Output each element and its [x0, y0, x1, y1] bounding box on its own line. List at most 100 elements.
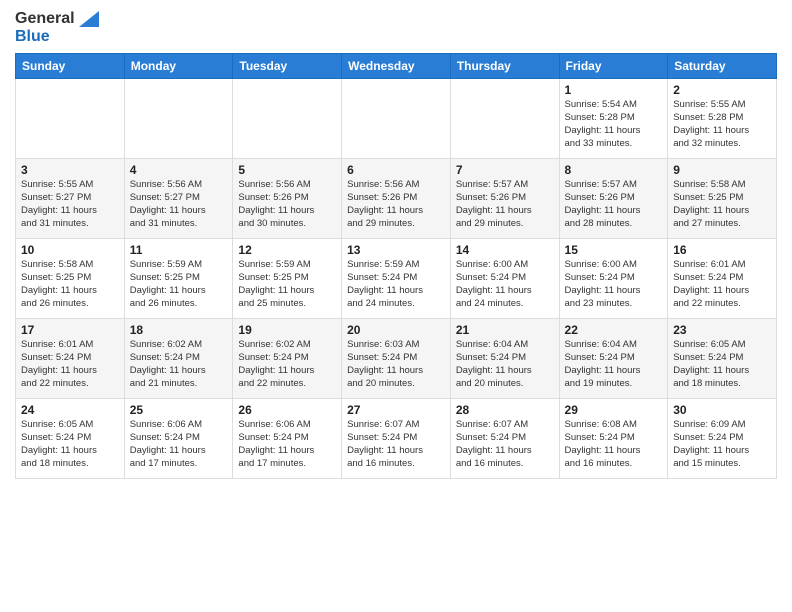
day-number: 18 — [130, 323, 228, 337]
day-number: 30 — [673, 403, 771, 417]
cell-info: Sunrise: 5:56 AM Sunset: 5:27 PM Dayligh… — [130, 179, 228, 230]
cell-info: Sunrise: 6:02 AM Sunset: 5:24 PM Dayligh… — [130, 339, 228, 390]
calendar-cell: 28 Sunrise: 6:07 AM Sunset: 5:24 PM Dayli… — [450, 399, 559, 479]
day-number: 20 — [347, 323, 445, 337]
calendar-cell: 8 Sunrise: 5:57 AM Sunset: 5:26 PM Daylig… — [559, 159, 668, 239]
cell-info: Sunrise: 5:58 AM Sunset: 5:25 PM Dayligh… — [21, 259, 119, 310]
calendar-header-row: SundayMondayTuesdayWednesdayThursdayFrid… — [16, 54, 777, 79]
day-number: 3 — [21, 163, 119, 177]
calendar-cell: 23 Sunrise: 6:05 AM Sunset: 5:24 PM Dayli… — [668, 319, 777, 399]
weekday-header: Tuesday — [233, 54, 342, 79]
day-number: 21 — [456, 323, 554, 337]
day-number: 2 — [673, 83, 771, 97]
calendar-cell — [342, 79, 451, 159]
cell-info: Sunrise: 5:59 AM Sunset: 5:25 PM Dayligh… — [238, 259, 336, 310]
weekday-header: Sunday — [16, 54, 125, 79]
day-number: 10 — [21, 243, 119, 257]
logo: General Blue — [15, 10, 99, 45]
calendar-cell: 27Sunrise: 6:07 AM Sunset: 5:24 PM Dayli… — [342, 399, 451, 479]
calendar-cell: 10 Sunrise: 5:58 AM Sunset: 5:25 PM Dayli… — [16, 239, 125, 319]
cell-info: Sunrise: 6:05 AM Sunset: 5:24 PM Dayligh… — [21, 419, 119, 470]
calendar-cell: 20 Sunrise: 6:03 AM Sunset: 5:24 PM Dayli… — [342, 319, 451, 399]
day-number: 16 — [673, 243, 771, 257]
day-number: 17 — [21, 323, 119, 337]
calendar-week-row: 24 Sunrise: 6:05 AM Sunset: 5:24 PM Dayli… — [16, 399, 777, 479]
cell-info: Sunrise: 6:01 AM Sunset: 5:24 PM Dayligh… — [21, 339, 119, 390]
calendar-cell: 25 Sunrise: 6:06 AM Sunset: 5:24 PM Dayli… — [124, 399, 233, 479]
calendar-cell: 17 Sunrise: 6:01 AM Sunset: 5:24 PM Dayli… — [16, 319, 125, 399]
day-number: 29 — [565, 403, 663, 417]
calendar-cell: 3 Sunrise: 5:55 AM Sunset: 5:27 PM Daylig… — [16, 159, 125, 239]
day-number: 25 — [130, 403, 228, 417]
day-number: 9 — [673, 163, 771, 177]
calendar-cell: 5 Sunrise: 5:56 AM Sunset: 5:26 PM Daylig… — [233, 159, 342, 239]
cell-info: Sunrise: 6:03 AM Sunset: 5:24 PM Dayligh… — [347, 339, 445, 390]
weekday-header: Thursday — [450, 54, 559, 79]
day-number: 13 — [347, 243, 445, 257]
cell-info: Sunrise: 5:56 AM Sunset: 5:26 PM Dayligh… — [347, 179, 445, 230]
calendar-cell: 11 Sunrise: 5:59 AM Sunset: 5:25 PM Dayli… — [124, 239, 233, 319]
cell-info: Sunrise: 6:09 AM Sunset: 5:24 PM Dayligh… — [673, 419, 771, 470]
day-number: 12 — [238, 243, 336, 257]
calendar-cell: 18 Sunrise: 6:02 AM Sunset: 5:24 PM Dayli… — [124, 319, 233, 399]
calendar-table: SundayMondayTuesdayWednesdayThursdayFrid… — [15, 53, 777, 479]
calendar-cell: 24 Sunrise: 6:05 AM Sunset: 5:24 PM Dayli… — [16, 399, 125, 479]
cell-info: Sunrise: 6:01 AM Sunset: 5:24 PM Dayligh… — [673, 259, 771, 310]
calendar-cell: 16 Sunrise: 6:01 AM Sunset: 5:24 PM Dayli… — [668, 239, 777, 319]
cell-info: Sunrise: 6:08 AM Sunset: 5:24 PM Dayligh… — [565, 419, 663, 470]
calendar-cell: 21 Sunrise: 6:04 AM Sunset: 5:24 PM Dayli… — [450, 319, 559, 399]
calendar-week-row: 10 Sunrise: 5:58 AM Sunset: 5:25 PM Dayli… — [16, 239, 777, 319]
calendar-cell: 26 Sunrise: 6:06 AM Sunset: 5:24 PM Dayli… — [233, 399, 342, 479]
day-number: 19 — [238, 323, 336, 337]
cell-info: Sunrise: 5:57 AM Sunset: 5:26 PM Dayligh… — [565, 179, 663, 230]
cell-info: Sunrise: 6:04 AM Sunset: 5:24 PM Dayligh… — [456, 339, 554, 390]
calendar-cell: 7Sunrise: 5:57 AM Sunset: 5:26 PM Daylig… — [450, 159, 559, 239]
calendar-cell — [16, 79, 125, 159]
weekday-header: Wednesday — [342, 54, 451, 79]
cell-info: Sunrise: 5:57 AM Sunset: 5:26 PM Dayligh… — [456, 179, 554, 230]
cell-info: Sunrise: 5:55 AM Sunset: 5:27 PM Dayligh… — [21, 179, 119, 230]
day-number: 14 — [456, 243, 554, 257]
day-number: 22 — [565, 323, 663, 337]
day-number: 8 — [565, 163, 663, 177]
day-number: 15 — [565, 243, 663, 257]
calendar-cell — [233, 79, 342, 159]
day-number: 23 — [673, 323, 771, 337]
weekday-header: Saturday — [668, 54, 777, 79]
cell-info: Sunrise: 6:05 AM Sunset: 5:24 PM Dayligh… — [673, 339, 771, 390]
weekday-header: Friday — [559, 54, 668, 79]
logo-blue: Blue — [15, 28, 50, 46]
calendar-cell: 2 Sunrise: 5:55 AM Sunset: 5:28 PM Daylig… — [668, 79, 777, 159]
weekday-header: Monday — [124, 54, 233, 79]
cell-info: Sunrise: 5:54 AM Sunset: 5:28 PM Dayligh… — [565, 99, 663, 150]
day-number: 11 — [130, 243, 228, 257]
cell-info: Sunrise: 5:59 AM Sunset: 5:24 PM Dayligh… — [347, 259, 445, 310]
calendar-cell: 30 Sunrise: 6:09 AM Sunset: 5:24 PM Dayli… — [668, 399, 777, 479]
day-number: 27 — [347, 403, 445, 417]
calendar-cell: 15Sunrise: 6:00 AM Sunset: 5:24 PM Dayli… — [559, 239, 668, 319]
calendar-cell: 19Sunrise: 6:02 AM Sunset: 5:24 PM Dayli… — [233, 319, 342, 399]
calendar-cell: 14Sunrise: 6:00 AM Sunset: 5:24 PM Dayli… — [450, 239, 559, 319]
day-number: 28 — [456, 403, 554, 417]
calendar-week-row: 17 Sunrise: 6:01 AM Sunset: 5:24 PM Dayli… — [16, 319, 777, 399]
day-number: 5 — [238, 163, 336, 177]
cell-info: Sunrise: 6:06 AM Sunset: 5:24 PM Dayligh… — [130, 419, 228, 470]
day-number: 1 — [565, 83, 663, 97]
cell-info: Sunrise: 5:58 AM Sunset: 5:25 PM Dayligh… — [673, 179, 771, 230]
calendar-cell: 4Sunrise: 5:56 AM Sunset: 5:27 PM Daylig… — [124, 159, 233, 239]
logo-box: General Blue — [15, 10, 99, 45]
cell-info: Sunrise: 6:04 AM Sunset: 5:24 PM Dayligh… — [565, 339, 663, 390]
cell-info: Sunrise: 6:07 AM Sunset: 5:24 PM Dayligh… — [456, 419, 554, 470]
cell-info: Sunrise: 5:55 AM Sunset: 5:28 PM Dayligh… — [673, 99, 771, 150]
calendar-cell: 22 Sunrise: 6:04 AM Sunset: 5:24 PM Dayli… — [559, 319, 668, 399]
day-number: 24 — [21, 403, 119, 417]
calendar-week-row: 3 Sunrise: 5:55 AM Sunset: 5:27 PM Daylig… — [16, 159, 777, 239]
day-number: 26 — [238, 403, 336, 417]
cell-info: Sunrise: 6:06 AM Sunset: 5:24 PM Dayligh… — [238, 419, 336, 470]
calendar-week-row: 1 Sunrise: 5:54 AM Sunset: 5:28 PM Daylig… — [16, 79, 777, 159]
logo-text: General — [15, 10, 99, 28]
cell-info: Sunrise: 5:56 AM Sunset: 5:26 PM Dayligh… — [238, 179, 336, 230]
page-header: General Blue — [15, 10, 777, 45]
calendar-cell: 1 Sunrise: 5:54 AM Sunset: 5:28 PM Daylig… — [559, 79, 668, 159]
cell-info: Sunrise: 5:59 AM Sunset: 5:25 PM Dayligh… — [130, 259, 228, 310]
